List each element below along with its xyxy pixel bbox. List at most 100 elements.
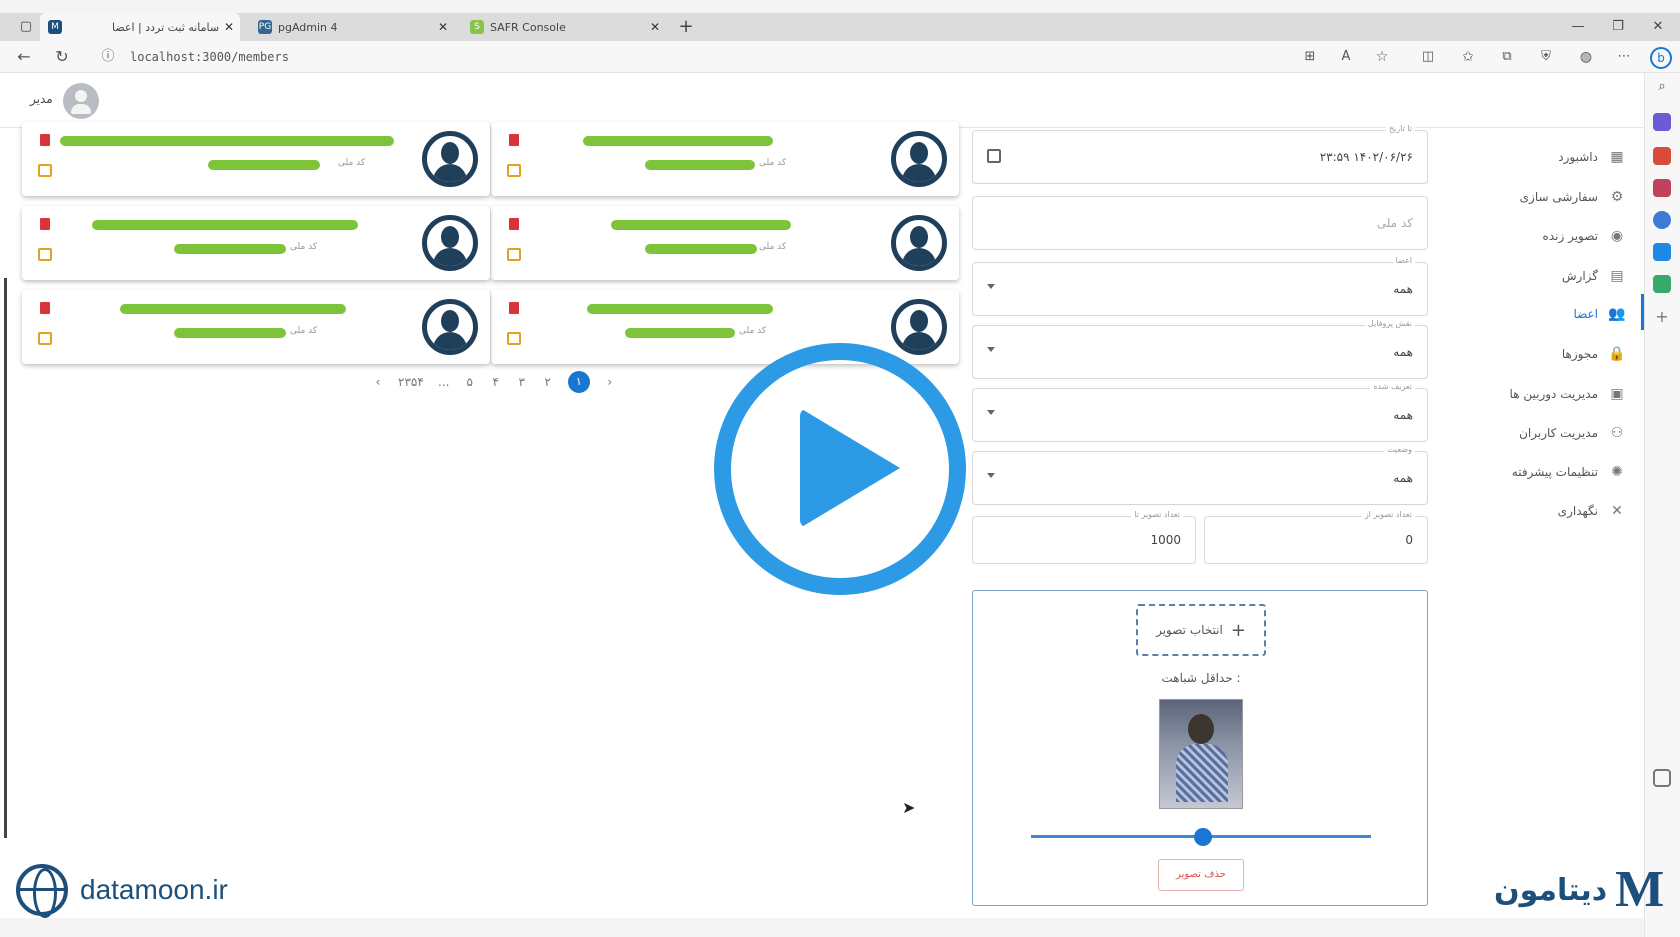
favorites-icon[interactable]: ✩	[1458, 47, 1478, 67]
rail-office-icon[interactable]	[1653, 211, 1671, 229]
image-count-from-input[interactable]: تعداد تصویر از 0	[1204, 510, 1428, 564]
close-window-button[interactable]: ✕	[1638, 13, 1678, 41]
app-header: مدیر ›	[0, 73, 1644, 182]
screen: ▢ M سامانه ثبت تردد | اعضا ✕ PG pgAdmin …	[0, 0, 1680, 937]
national-id-input[interactable]: کد ملی	[972, 196, 1428, 250]
redacted-name	[92, 220, 358, 230]
favorite-star-icon[interactable]: ☆	[1372, 47, 1392, 67]
profile-type-select[interactable]: نقش پروفایل همه	[972, 319, 1428, 379]
watermark-site: datamoon.ir	[16, 864, 228, 918]
split-screen-icon[interactable]: ⊞	[1300, 47, 1320, 67]
field-label: نقش پروفایل	[1364, 319, 1415, 328]
page-button[interactable]: ۲۳۵۴	[398, 375, 424, 389]
sidebar-item-maintenance[interactable]: نگهداری ✕	[1558, 496, 1626, 526]
read-aloud-icon[interactable]: A	[1336, 47, 1356, 67]
member-card[interactable]: کد ملی	[22, 290, 490, 364]
pagination: ‹ ۲۳۵۴ ... ۵ ۴ ۳ ۲ ۱ ›	[372, 370, 616, 394]
page-button[interactable]: ۴	[490, 375, 502, 389]
security-icon[interactable]: ⛨	[1536, 47, 1556, 67]
rail-people-icon[interactable]	[1653, 179, 1671, 197]
page-button[interactable]: ۵	[464, 375, 476, 389]
sidebar-item-dashboard[interactable]: داشبورد ▦	[1558, 142, 1626, 172]
more-menu-icon[interactable]: ⋯	[1614, 47, 1634, 67]
current-page-button[interactable]: ۱	[567, 371, 590, 393]
rail-app-icon[interactable]	[1653, 113, 1671, 131]
delete-icon[interactable]	[509, 302, 519, 314]
tab-safr-console[interactable]: S SAFR Console ✕	[462, 13, 666, 41]
close-tab-icon[interactable]: ✕	[438, 20, 448, 34]
edit-icon[interactable]	[38, 248, 52, 261]
close-tab-icon[interactable]: ✕	[224, 20, 234, 34]
sidebar-item-live-view[interactable]: تصویر زنده ◉	[1543, 221, 1626, 251]
redacted-name	[583, 136, 773, 146]
redacted-nid	[208, 160, 320, 170]
date-field[interactable]: تا تاریخ ۲۳:۵۹ ۱۴۰۲/۰۶/۲۶	[972, 124, 1428, 184]
sidebar-item-advanced-settings[interactable]: تنظیمات پیشرفته ✺	[1512, 457, 1626, 487]
sidebar-item-label: مدیریت دوربین ها	[1509, 387, 1598, 401]
site-info-icon[interactable]: ⓘ	[98, 47, 118, 67]
page-button[interactable]: ۲	[542, 375, 554, 389]
search-icon[interactable]: ⌕	[1653, 79, 1671, 97]
delete-icon[interactable]	[40, 134, 50, 146]
profile-icon[interactable]: ◍	[1576, 47, 1596, 67]
url-field[interactable]: localhost:3000/members	[130, 50, 289, 64]
calendar-icon[interactable]	[987, 149, 1001, 163]
minimize-button[interactable]: —	[1558, 13, 1598, 41]
play-triangle-icon	[800, 408, 900, 528]
brand-logo-icon	[1615, 860, 1679, 919]
tab-label: SAFR Console	[490, 20, 566, 34]
redacted-nid	[174, 328, 286, 338]
edit-icon[interactable]	[507, 332, 521, 345]
redacted-nid	[645, 160, 755, 170]
sidebar-item-customization[interactable]: سفارشی سازی ⚙	[1520, 182, 1626, 212]
rail-outlook-icon[interactable]	[1653, 243, 1671, 261]
sidebar-item-permissions[interactable]: مجوزها 🔒	[1562, 339, 1626, 369]
edit-icon[interactable]	[507, 248, 521, 261]
edit-icon[interactable]	[38, 332, 52, 345]
delete-icon[interactable]	[509, 134, 519, 146]
back-arrow-icon[interactable]: ←	[14, 47, 34, 67]
tab-members[interactable]: M سامانه ثبت تردد | اعضا ✕	[40, 13, 240, 41]
sidebar-item-user-management[interactable]: مدیریت کاربران ⚇	[1519, 418, 1626, 448]
member-card[interactable]: کد ملی	[491, 122, 959, 196]
copilot-icon[interactable]: b	[1650, 47, 1672, 69]
delete-image-button[interactable]: حذف تصویر	[1158, 859, 1244, 891]
tab-pgadmin[interactable]: PG pgAdmin 4 ✕	[250, 13, 454, 41]
tab-label: pgAdmin 4	[278, 20, 338, 34]
rail-tools-icon[interactable]	[1653, 147, 1671, 165]
prev-page-icon[interactable]: ‹	[372, 375, 384, 389]
edit-icon[interactable]	[38, 164, 52, 177]
new-tab-button[interactable]: +	[666, 13, 706, 41]
reload-icon[interactable]: ↻	[52, 47, 72, 67]
address-bar: ← ↻ ⓘ localhost:3000/members ⊞ A ☆ ◫ ✩ ⧉…	[0, 41, 1680, 73]
rail-panel-icon[interactable]	[1653, 769, 1671, 787]
sidebar-item-members[interactable]: اعضا 👥	[1573, 299, 1626, 329]
edit-icon[interactable]	[507, 164, 521, 177]
field-value: 1000	[1150, 533, 1181, 547]
rail-add-icon[interactable]: +	[1653, 307, 1671, 326]
page-button[interactable]: ۳	[516, 375, 528, 389]
rail-send-icon[interactable]	[1653, 275, 1671, 293]
delete-icon[interactable]	[40, 302, 50, 314]
watermark-brand: دیتامون	[1494, 860, 1679, 919]
similarity-slider-thumb[interactable]	[1194, 828, 1212, 846]
member-card[interactable]: کد ملی	[22, 122, 490, 196]
member-card[interactable]: کد ملی	[22, 206, 490, 280]
status-select[interactable]: وضعیت همه	[972, 445, 1428, 505]
maximize-button[interactable]: ❐	[1598, 13, 1638, 41]
user-name: مدیر	[30, 92, 53, 106]
members-select[interactable]: اعضا همه	[972, 256, 1428, 316]
pick-image-button[interactable]: انتخاب تصویر +	[1136, 604, 1266, 656]
user-avatar[interactable]	[63, 83, 99, 119]
sidebar-toggle-icon[interactable]: ◫	[1418, 47, 1438, 67]
delete-icon[interactable]	[40, 218, 50, 230]
sidebar-item-report[interactable]: گزارش ▤	[1562, 261, 1626, 291]
close-tab-icon[interactable]: ✕	[650, 20, 660, 34]
delete-icon[interactable]	[509, 218, 519, 230]
image-count-to-input[interactable]: تعداد تصویر تا 1000	[972, 510, 1196, 564]
collections-icon[interactable]: ⧉	[1497, 47, 1517, 67]
next-page-icon[interactable]: ›	[604, 375, 616, 389]
defined-select[interactable]: تعریف شده همه	[972, 382, 1428, 442]
sidebar-item-camera-management[interactable]: مدیریت دوربین ها ▣	[1510, 379, 1626, 409]
member-card[interactable]: کد ملی	[491, 206, 959, 280]
